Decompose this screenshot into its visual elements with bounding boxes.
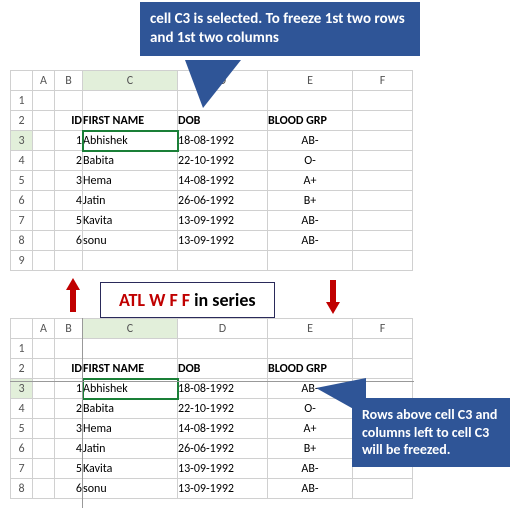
hdr-dob[interactable]: DOB [178, 111, 268, 131]
col-header-row-2: A B C D E F [11, 319, 413, 339]
row-4[interactable]: 4 [11, 151, 33, 171]
cell-B3[interactable]: 1 [55, 131, 83, 151]
col-C[interactable]: C [83, 71, 178, 91]
corner-cell-2[interactable] [11, 319, 33, 339]
col-A-2[interactable]: A [33, 319, 55, 339]
col-A[interactable]: A [33, 71, 55, 91]
col-F-2[interactable]: F [353, 319, 413, 339]
row-6[interactable]: 6 [11, 191, 33, 211]
callout-top: cell C3 is selected. To freeze 1st two r… [140, 2, 420, 56]
row-7[interactable]: 7 [11, 211, 33, 231]
hdr-first-name[interactable]: FIRST NAME [83, 111, 178, 131]
callout-bottom: Rows above cell C3 and columns left to c… [352, 398, 510, 467]
col-D-2[interactable]: D [178, 319, 268, 339]
freeze-line-vertical [82, 318, 83, 508]
arrow-up-icon [66, 278, 80, 308]
shortcut-banner: ATL W F F in series [100, 282, 275, 318]
col-C-2[interactable]: C [83, 319, 178, 339]
callout-bottom-text: Rows above cell C3 and columns left to c… [362, 406, 497, 458]
row-3[interactable]: 3 [11, 131, 33, 151]
callout-top-text: cell C3 is selected. To freeze 1st two r… [150, 10, 405, 47]
col-F[interactable]: F [353, 71, 413, 91]
banner-black: in series [194, 289, 255, 311]
row-9[interactable]: 9 [11, 251, 33, 271]
corner-cell[interactable] [11, 71, 33, 91]
cell-D3[interactable]: 18-08-1992 [178, 131, 268, 151]
hdr-blood[interactable]: BLOOD GRP [268, 111, 353, 131]
col-B-2[interactable]: B [55, 319, 83, 339]
arrow-down-icon [326, 280, 340, 310]
cell-E3[interactable]: AB- [268, 131, 353, 151]
row-2[interactable]: 2 [11, 111, 33, 131]
cell-C3-selected[interactable]: Abhishek [83, 131, 178, 151]
col-E[interactable]: E [268, 71, 353, 91]
callout-top-tail [185, 60, 241, 108]
hdr-id[interactable]: ID [55, 111, 83, 131]
banner-red: ATL W F F [119, 289, 194, 311]
row-8[interactable]: 8 [11, 231, 33, 251]
col-B[interactable]: B [55, 71, 83, 91]
row-1[interactable]: 1 [11, 91, 33, 111]
col-E-2[interactable]: E [268, 319, 353, 339]
row-5[interactable]: 5 [11, 171, 33, 191]
